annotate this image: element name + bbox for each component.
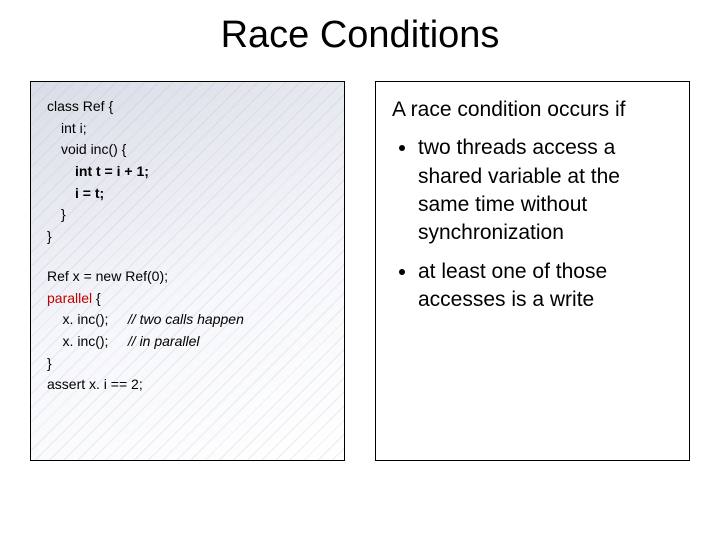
code-line: Ref x = new Ref(0); [47, 266, 328, 288]
code-comment: // two calls happen [128, 311, 244, 327]
code-text: x. inc(); [47, 311, 128, 327]
bullet-item: two threads access a shared variable at … [418, 134, 673, 247]
code-line: void inc() { [47, 139, 328, 161]
code-line: int i; [47, 118, 328, 140]
code-line: } [47, 226, 328, 248]
bullet-item: at least one of those accesses is a writ… [418, 258, 673, 315]
slide-title: Race Conditions [30, 14, 690, 57]
explanation-bullets: two threads access a shared variable at … [392, 134, 673, 314]
explanation-panel: A race condition occurs if two threads a… [375, 81, 690, 461]
keyword-parallel: parallel [47, 290, 92, 306]
code-line: int t = i + 1; [47, 161, 328, 183]
class-def: class Ref { int i; void inc() { int t = … [47, 96, 328, 248]
slide: Race Conditions class Ref { int i; void … [0, 0, 720, 540]
code-comment: // in parallel [128, 333, 200, 349]
code-line: assert x. i == 2; [47, 374, 328, 396]
columns: class Ref { int i; void inc() { int t = … [30, 81, 690, 461]
explanation-lead: A race condition occurs if [392, 96, 673, 124]
code-line: x. inc(); // two calls happen [47, 309, 328, 331]
code-line: x. inc(); // in parallel [47, 331, 328, 353]
code-text: { [92, 290, 101, 306]
code-text: x. inc(); [47, 333, 128, 349]
code-line: } [47, 204, 328, 226]
code-panel: class Ref { int i; void inc() { int t = … [30, 81, 345, 461]
usage-block: Ref x = new Ref(0); parallel { x. inc();… [47, 266, 328, 396]
code-line: class Ref { [47, 96, 328, 118]
code-line: } [47, 353, 328, 375]
code-line: i = t; [47, 183, 328, 205]
code-line: parallel { [47, 288, 328, 310]
